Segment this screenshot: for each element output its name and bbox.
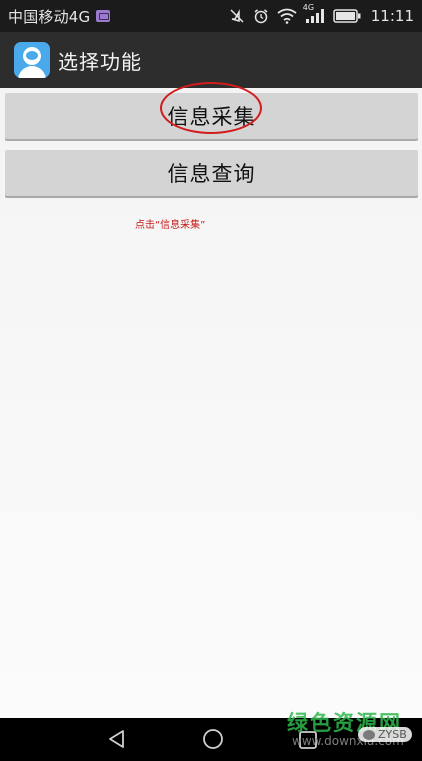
action-bar: 选择功能	[0, 32, 422, 88]
network-type-label: 4G	[302, 3, 315, 12]
status-bar-right: 4G 11:11	[229, 3, 414, 25]
back-icon[interactable]	[106, 728, 128, 754]
page-title: 选择功能	[58, 49, 142, 74]
status-bar-left: 中国移动4G	[8, 6, 111, 27]
mute-icon	[229, 8, 245, 24]
info-query-button[interactable]: 信息查询	[5, 150, 418, 196]
wechat-icon	[363, 729, 375, 740]
alarm-icon	[253, 8, 269, 24]
clock: 11:11	[370, 7, 414, 25]
avatar-body	[18, 66, 46, 78]
battery-icon	[333, 9, 361, 23]
avatar-face	[26, 51, 38, 60]
instruction-hint: 点击“信息采集”	[135, 220, 206, 231]
main-content: 信息采集 信息查询 点击“信息采集”	[0, 82, 422, 718]
info-query-label: 信息查询	[167, 162, 256, 186]
status-bar: 中国移动4G 4G 11:11	[0, 0, 422, 32]
home-icon[interactable]	[202, 728, 224, 754]
wifi-icon	[277, 8, 297, 24]
info-collect-label: 信息采集	[167, 105, 256, 129]
signal-icon: 4G	[303, 3, 325, 24]
carrier-label: 中国移动4G	[8, 7, 91, 26]
watermark-badge: ZYSB	[358, 727, 412, 742]
info-collect-button[interactable]: 信息采集	[5, 93, 418, 139]
watermark-badge-label: ZYSB	[378, 728, 407, 741]
user-avatar-icon[interactable]	[14, 42, 50, 78]
message-icon	[96, 10, 111, 22]
